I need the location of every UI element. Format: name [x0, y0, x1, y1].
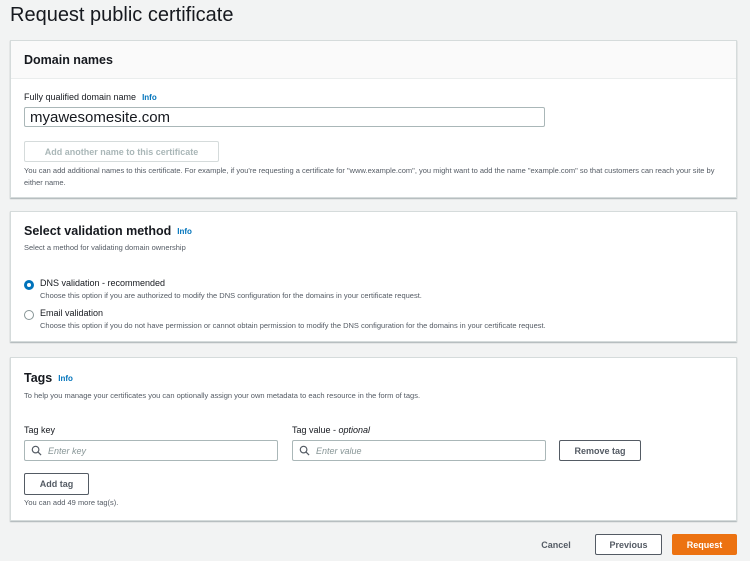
validation-info-link[interactable]: Info — [177, 227, 192, 236]
domain-help-text: You can add additional names to this cer… — [24, 166, 715, 187]
search-icon — [31, 445, 42, 456]
fqdn-input[interactable]: myawesomesite.com — [24, 107, 545, 127]
validation-panel: Select validation method Info Select a m… — [10, 211, 737, 342]
fqdn-input-value: myawesomesite.com — [30, 108, 171, 126]
email-validation-radio[interactable] — [24, 310, 34, 320]
page-title: Request public certificate — [10, 4, 234, 26]
cancel-button[interactable]: Cancel — [530, 534, 582, 555]
domain-names-panel: Domain names Fully qualified domain name… — [10, 40, 737, 198]
dns-validation-radio[interactable] — [24, 280, 34, 290]
tag-value-input[interactable]: Enter value — [292, 440, 546, 461]
cancel-label: Cancel — [541, 539, 571, 550]
add-another-name-button[interactable]: Add another name to this certificate — [24, 141, 219, 162]
email-validation-desc: Choose this option if you do not have pe… — [40, 321, 546, 330]
previous-label: Previous — [609, 539, 648, 550]
tags-info-link[interactable]: Info — [58, 374, 73, 383]
dns-validation-label[interactable]: DNS validation - recommended — [40, 278, 165, 288]
tag-value-optional: optional — [338, 425, 371, 435]
previous-button[interactable]: Previous — [595, 534, 662, 555]
add-another-name-label: Add another name to this certificate — [44, 146, 199, 157]
request-button[interactable]: Request — [672, 534, 737, 555]
validation-subtitle: Select a method for validating domain ow… — [24, 243, 186, 252]
remove-tag-label: Remove tag — [574, 445, 626, 456]
add-tag-label: Add tag — [39, 479, 74, 489]
remove-tag-button[interactable]: Remove tag — [559, 440, 641, 461]
tags-subtitle: To help you manage your certificates you… — [24, 391, 421, 400]
tags-header: Tags Info — [24, 371, 73, 385]
add-tag-button[interactable]: Add tag — [24, 473, 89, 495]
tags-remaining: You can add 49 more tag(s). — [24, 498, 119, 507]
tags-panel: Tags Info To help you manage your certif… — [10, 357, 737, 521]
fqdn-label: Fully qualified domain name — [24, 92, 137, 102]
tag-value-placeholder: Enter value — [316, 445, 362, 456]
domain-field-label-row: Fully qualified domain name Info — [24, 92, 157, 102]
domain-names-header: Domain names — [11, 41, 736, 79]
tags-title: Tags — [24, 371, 53, 385]
tag-value-label-text: Tag value - — [292, 425, 339, 435]
dns-validation-desc: Choose this option if you are authorized… — [40, 291, 422, 300]
validation-title: Select validation method — [24, 224, 172, 238]
email-validation-label[interactable]: Email validation — [40, 308, 103, 318]
tag-key-label: Tag key — [24, 425, 56, 435]
validation-header: Select validation method Info — [24, 224, 192, 238]
search-icon — [299, 445, 310, 456]
domain-names-title: Domain names — [24, 52, 113, 67]
fqdn-info-link[interactable]: Info — [142, 93, 157, 102]
tag-key-placeholder: Enter key — [48, 445, 87, 456]
request-label: Request — [686, 539, 723, 550]
tag-key-input[interactable]: Enter key — [24, 440, 278, 461]
tag-value-label: Tag value - optional — [292, 425, 370, 435]
